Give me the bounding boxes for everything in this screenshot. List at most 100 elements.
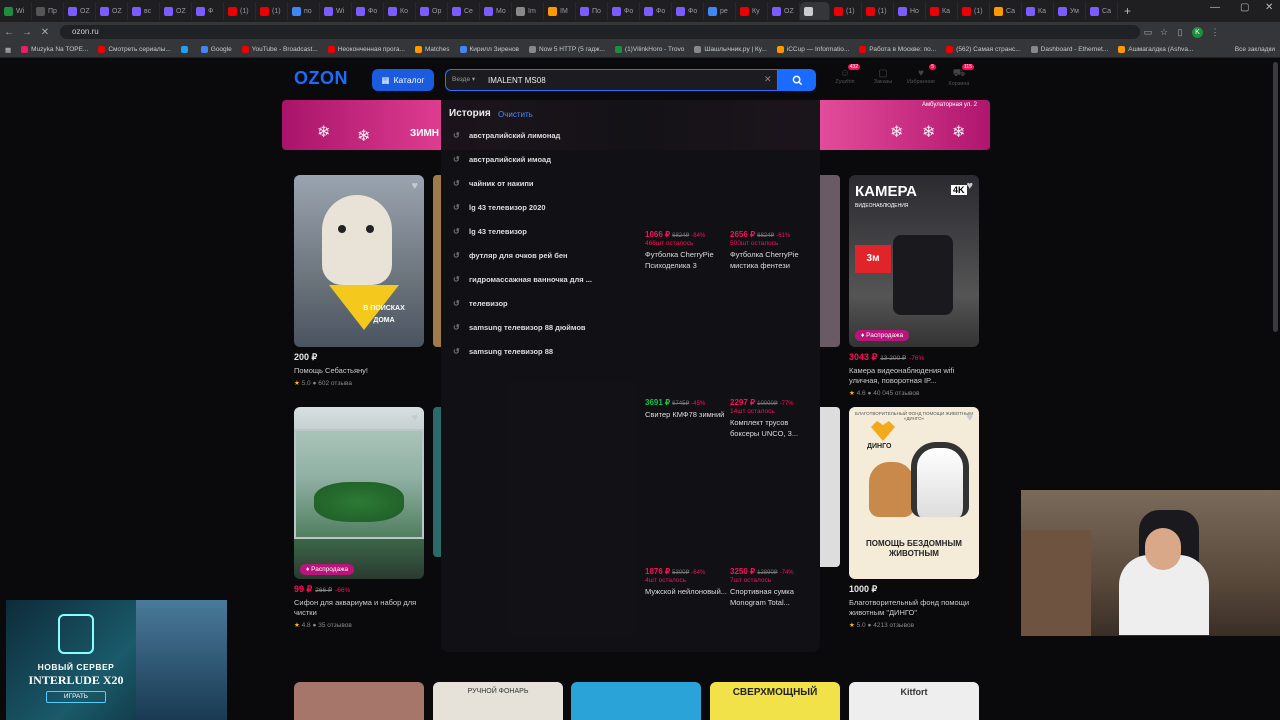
history-item[interactable]: ↺ австралийский имоад <box>453 152 633 166</box>
history-item[interactable]: ↺ гидромассажная ванночка для ... <box>453 272 633 286</box>
browser-tab[interactable]: OZ <box>64 2 96 20</box>
page-scrollbar[interactable] <box>1273 62 1278 332</box>
bookmark-item[interactable]: Работа в Москве: по... <box>854 46 941 53</box>
history-item[interactable]: ↺ телевизор <box>453 296 633 310</box>
history-item[interactable]: ↺ samsung телевизор 88 <box>453 344 633 358</box>
bookmark-item[interactable]: iCCup — Informatio... <box>772 46 855 53</box>
bookmark-item[interactable]: Muzyka Na TOPE... <box>16 46 93 53</box>
bookmark-item[interactable]: (562) Самая странс... <box>941 46 1026 53</box>
browser-tab[interactable]: Wi <box>0 2 32 20</box>
browser-tab[interactable]: Im <box>512 2 544 20</box>
browser-tab[interactable]: ре <box>704 2 736 20</box>
browser-tab[interactable]: OZ <box>96 2 128 20</box>
suggested-product[interactable]: 3691 ₽6745₽ -45% Свитер КМФ78 зимний <box>645 398 727 420</box>
search-input[interactable] <box>488 72 758 88</box>
forward-icon[interactable]: → <box>18 27 36 38</box>
search-button[interactable] <box>778 69 816 91</box>
bookmark-item[interactable] <box>176 46 196 53</box>
favorite-heart-icon[interactable]: ♥ <box>966 180 973 192</box>
bookmark-item[interactable]: Google <box>196 46 237 53</box>
product-card[interactable]: КАМЕРА 4K ВИДЕОНАБЛЮДЕНИЯ 3м ♦ Распродаж… <box>849 175 979 397</box>
new-tab-button[interactable]: + <box>1118 4 1137 18</box>
header-favorites[interactable]: ♥ 5 Избранное <box>904 64 938 85</box>
product-image[interactable]: РУЧНОЙ ФОНАРЬ <box>433 682 563 720</box>
browser-tab[interactable]: по <box>288 2 320 20</box>
history-clear-link[interactable]: Очистить <box>498 110 533 119</box>
bookmark-item[interactable]: Ашмагалдка (Ashva... <box>1113 46 1198 53</box>
product-image[interactable]: Kitfort <box>849 682 979 720</box>
favorite-heart-icon[interactable]: ♥ <box>966 412 973 424</box>
browser-tab[interactable]: Се <box>448 2 480 20</box>
browser-tab[interactable]: Фо <box>672 2 704 20</box>
favorite-heart-icon[interactable]: ♥ <box>411 180 418 192</box>
all-bookmarks-folder[interactable]: Все закладки <box>1230 46 1280 53</box>
bookmark-item[interactable]: Неоконченная прога... <box>323 46 410 53</box>
cast-icon[interactable]: ▭ <box>1140 27 1156 38</box>
bookmark-star-icon[interactable]: ☆ <box>1156 27 1172 38</box>
apps-icon[interactable]: ▦ <box>0 46 16 54</box>
history-item[interactable]: ↺ lg 43 телевизор 2020 <box>453 200 633 214</box>
menu-icon[interactable]: ⋮ <box>1207 27 1223 38</box>
browser-tab[interactable]: (1) <box>224 2 256 20</box>
browser-tab[interactable]: IM <box>544 2 576 20</box>
browser-tab[interactable]: OZ <box>768 2 800 20</box>
catalog-button[interactable]: ▦ Каталог <box>372 69 434 91</box>
browser-tab[interactable]: Фо <box>352 2 384 20</box>
bookmark-item[interactable]: Now 5 HTTP (5 гадж... <box>524 46 610 53</box>
bookmark-item[interactable]: Смотреть сериалы... <box>93 46 175 53</box>
browser-tab[interactable]: вс <box>128 2 160 20</box>
bookmark-item[interactable]: (1)VilinkHoro - Trovo <box>610 46 689 53</box>
browser-tab[interactable]: Фо <box>640 2 672 20</box>
browser-tab[interactable]: Ка <box>926 2 958 20</box>
game-promo-ad[interactable]: НОВЫЙ СЕРВЕР INTERLUDE X20 ИГРАТЬ <box>6 600 227 720</box>
browser-tab[interactable]: Ф <box>192 2 224 20</box>
browser-tab[interactable]: Фо <box>608 2 640 20</box>
header-orders[interactable]: ▢ Заказы <box>866 68 900 85</box>
search-box[interactable]: Везде ▾ ✕ <box>445 69 778 91</box>
minimize-icon[interactable]: — <box>1210 2 1220 13</box>
search-scope-select[interactable]: Везде ▾ <box>452 75 475 83</box>
browser-tab[interactable]: OZ <box>160 2 192 20</box>
clear-search-icon[interactable]: ✕ <box>764 74 772 85</box>
browser-tab[interactable]: (1) <box>862 2 894 20</box>
browser-tab[interactable]: Са <box>990 2 1022 20</box>
bookmark-item[interactable]: Шашлычник.ру | Ку... <box>689 46 771 53</box>
url-field[interactable]: ozon.ru <box>60 25 1140 39</box>
product-image[interactable] <box>571 682 701 720</box>
bookmark-item[interactable]: Dashboard - Ethernet... <box>1026 46 1114 53</box>
product-card[interactable]: В ПОИСКАХ ДОМА ♥ 200 ₽ Помощь Себастьяну… <box>294 175 424 387</box>
suggested-product[interactable]: 3250 ₽12890₽ -74% 7шт осталось Спортивная с… <box>730 567 812 608</box>
browser-tab[interactable]: Ум <box>1054 2 1086 20</box>
browser-tab[interactable]: Мо <box>480 2 512 20</box>
browser-tab[interactable]: (1) <box>958 2 990 20</box>
suggested-product[interactable]: 1066 ₽6824₽ -84% 466шт осталось Футболка Ch… <box>645 230 727 271</box>
suggested-product[interactable]: 2656 ₽6824₽ -61% 500шт осталось Футболка Ch… <box>730 230 812 271</box>
favorite-heart-icon[interactable]: ♥ <box>411 412 418 424</box>
browser-tab[interactable]: Ко <box>384 2 416 20</box>
header-cart[interactable]: ⛟ 115 Корзина <box>942 64 976 87</box>
bookmark-item[interactable]: Matches <box>410 46 455 53</box>
header-profile[interactable]: ☺ 432 Zyuzhin <box>828 64 862 85</box>
browser-tab[interactable]: (1) <box>830 2 862 20</box>
product-image[interactable] <box>294 682 424 720</box>
history-item[interactable]: ↺ samsung телевизор 88 дюймов <box>453 320 633 334</box>
browser-tab[interactable]: Ку <box>736 2 768 20</box>
browser-tab[interactable]: Ка <box>1022 2 1054 20</box>
browser-tab[interactable]: Ор <box>416 2 448 20</box>
profile-avatar[interactable]: K <box>1192 26 1203 38</box>
close-loading-icon[interactable]: ✕ <box>36 27 54 38</box>
browser-tab[interactable] <box>800 2 830 20</box>
suggested-product[interactable]: 1876 ₽5300₽ -64% 4шт осталось Мужской нейло… <box>645 567 727 597</box>
bookmark-item[interactable]: Кирилл Зиренов <box>455 46 525 53</box>
product-card[interactable]: ♦ Распродажа ♥ 99 ₽266 ₽ -66% Сифон для а… <box>294 407 424 629</box>
bookmark-item[interactable]: YouTube - Broadcast... <box>237 46 323 53</box>
history-item[interactable]: ↺ lg 43 телевизор <box>453 224 633 238</box>
history-item[interactable]: ↺ австралийский лимонад <box>453 128 633 142</box>
maximize-icon[interactable]: ▢ <box>1240 2 1249 13</box>
back-icon[interactable]: ← <box>0 27 18 38</box>
browser-tab[interactable]: Са <box>1086 2 1118 20</box>
browser-tab[interactable]: (1) <box>256 2 288 20</box>
ozon-logo[interactable]: OZON <box>294 68 348 89</box>
browser-tab[interactable]: По <box>576 2 608 20</box>
product-image[interactable]: СВЕРХМОЩНЫЙ <box>710 682 840 720</box>
